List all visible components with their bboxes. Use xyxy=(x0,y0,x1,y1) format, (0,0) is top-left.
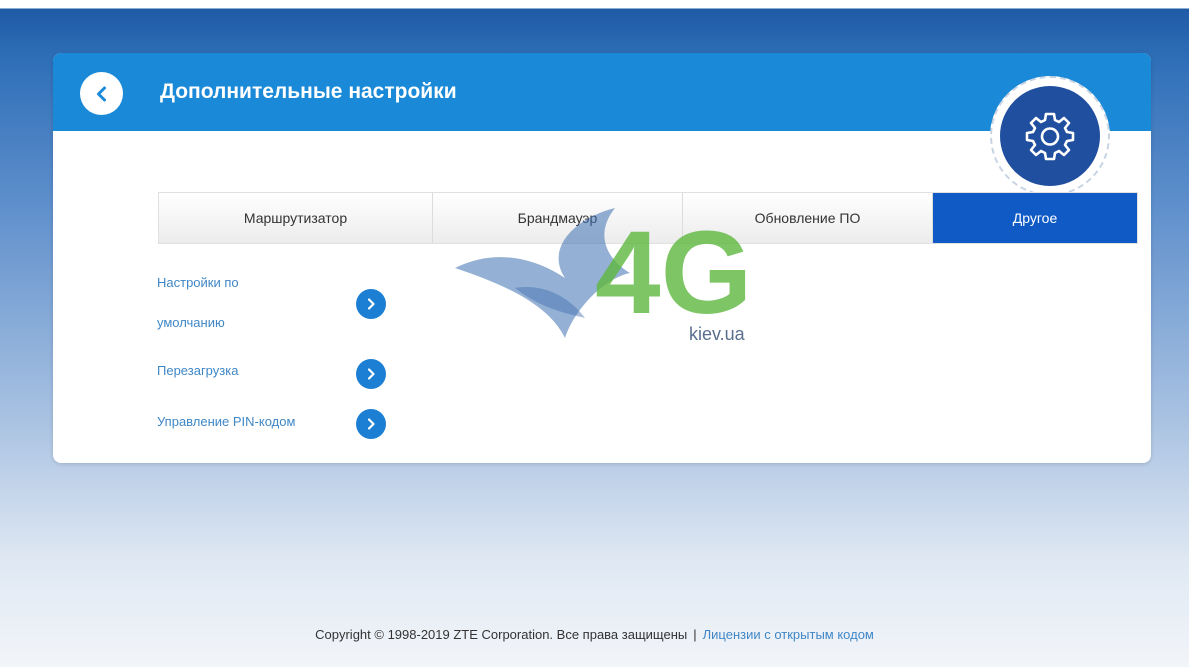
menu-item-factory-defaults-label-line2: умолчанию xyxy=(157,315,225,330)
chevron-right-icon[interactable] xyxy=(356,289,386,319)
watermark-4g: 4G xyxy=(595,207,752,339)
gear-badge-inner xyxy=(1000,86,1100,186)
footer-separator: | xyxy=(693,627,697,642)
footer: Copyright © 1998-2019 ZTE Corporation. В… xyxy=(0,627,1189,642)
copyright-text: Copyright © 1998-2019 ZTE Corporation. В… xyxy=(315,627,688,642)
menu-item-pin-management-label: Управление PIN-кодом xyxy=(157,414,296,429)
menu-item-pin-management[interactable]: Управление PIN-кодом xyxy=(157,406,397,440)
menu-item-factory-defaults-label-line1: Настройки по xyxy=(157,275,239,290)
back-button[interactable] xyxy=(80,72,123,115)
menu-item-factory-defaults[interactable]: Настройки по умолчанию xyxy=(157,271,397,343)
tab-other-label: Другое xyxy=(1012,210,1058,226)
open-source-licenses-link[interactable]: Лицензии с открытым кодом xyxy=(703,627,874,642)
gear-icon xyxy=(1025,112,1075,161)
tab-router-label: Маршрутизатор xyxy=(243,210,348,226)
chevron-right-icon[interactable] xyxy=(356,409,386,439)
menu-item-reboot[interactable]: Перезагрузка xyxy=(157,356,397,390)
top-strip xyxy=(0,0,1189,8)
chevron-left-icon xyxy=(96,86,106,101)
page-title: Дополнительные настройки xyxy=(160,80,457,103)
panel-header: Дополнительные настройки xyxy=(53,53,1151,131)
chevron-right-icon[interactable] xyxy=(356,359,386,389)
tab-router[interactable]: Маршрутизатор xyxy=(159,193,433,243)
menu-item-reboot-label: Перезагрузка xyxy=(157,363,239,378)
settings-badge xyxy=(990,76,1110,196)
watermark-domain: kiev.ua xyxy=(689,324,745,344)
tab-other[interactable]: Другое xyxy=(933,193,1137,243)
